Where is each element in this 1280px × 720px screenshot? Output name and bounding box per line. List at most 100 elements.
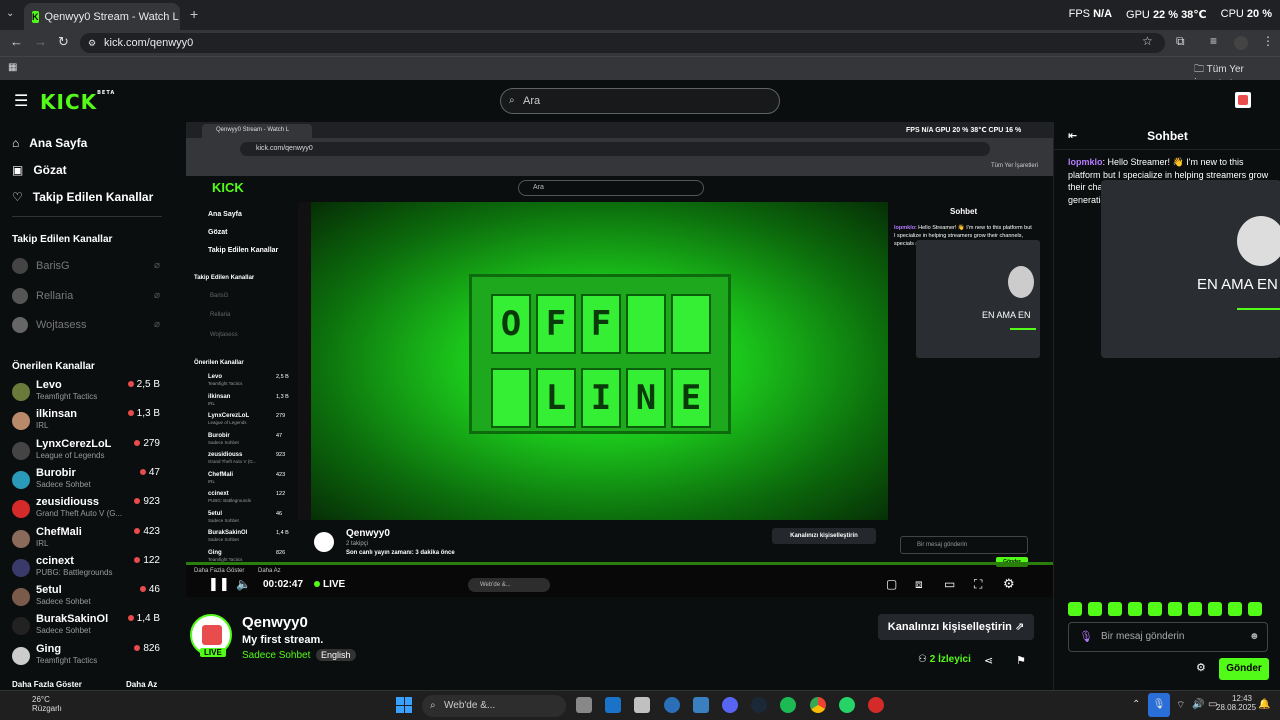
- wifi-icon[interactable]: ⌔: [1176, 699, 1185, 712]
- viewer-count-value: 1,3 B: [136, 408, 160, 420]
- discord-icon[interactable]: [722, 697, 738, 713]
- recommended-channel[interactable]: Ging Teamfight Tactics 826: [12, 643, 160, 671]
- channel-name[interactable]: Qenwyy0: [242, 614, 308, 631]
- followed-channel[interactable]: BarisG ⌀: [12, 258, 160, 274]
- settings-gear-icon[interactable]: ⚙: [1003, 576, 1015, 592]
- emoji-icon[interactable]: ☻: [1249, 623, 1260, 651]
- channel-category: IRL: [36, 421, 49, 431]
- browser-tab[interactable]: K Qenwyy0 Stream - Watch L 🔊 ✕: [24, 3, 180, 30]
- emote-icon[interactable]: [1228, 602, 1242, 616]
- mini-player-icon[interactable]: ⧈: [915, 577, 923, 592]
- forward-icon[interactable]: →: [34, 34, 47, 49]
- language-tag[interactable]: English: [316, 649, 356, 661]
- whatsapp-icon[interactable]: [839, 697, 855, 713]
- emote-icon[interactable]: [1128, 602, 1142, 616]
- video-player[interactable]: Qenwyy0 Stream - Watch L FPS N/A GPU 20 …: [186, 122, 1053, 597]
- app-icon[interactable]: [664, 697, 680, 713]
- outlook-icon[interactable]: [605, 697, 621, 713]
- emote-bar: [1068, 602, 1278, 616]
- browser-menu-icon[interactable]: ⋮: [1262, 34, 1274, 48]
- stream-category[interactable]: Sadece Sohbet: [242, 650, 310, 661]
- tab-list-chevron-icon[interactable]: ⌄: [6, 8, 14, 19]
- chat-message-input[interactable]: 🎙 Bir mesaj gönderin ☻: [1068, 622, 1268, 652]
- emote-icon[interactable]: [1088, 602, 1102, 616]
- new-tab-icon[interactable]: +: [190, 6, 198, 22]
- show-more-button[interactable]: Daha Fazla Göster: [12, 680, 82, 689]
- bookmark-star-icon[interactable]: ☆: [1142, 34, 1153, 48]
- clock[interactable]: 12:43 28.08.2025: [1216, 694, 1256, 712]
- extensions-icon[interactable]: ⧉: [1176, 34, 1185, 49]
- emote-icon[interactable]: [1208, 602, 1222, 616]
- nav-following[interactable]: ♡ Takip Edilen Kanallar: [12, 190, 153, 204]
- chat-settings-gear-icon[interactable]: ⚙: [1196, 661, 1206, 674]
- channel-name: LynxCerezLoL: [36, 437, 112, 450]
- customize-channel-button[interactable]: Kanalınızı kişiselleştirin ⇗: [878, 614, 1034, 640]
- url-field[interactable]: ⚙ kick.com/qenwyy0: [80, 33, 1165, 53]
- followed-channel[interactable]: Wojtasess ⌀: [12, 317, 160, 333]
- back-icon[interactable]: ←: [10, 34, 23, 49]
- microphone-icon[interactable]: 🎙: [1079, 623, 1093, 651]
- tray-chevron-icon[interactable]: ⌃: [1132, 699, 1140, 710]
- emote-icon[interactable]: [1068, 602, 1082, 616]
- reload-icon[interactable]: ↻: [58, 34, 69, 50]
- recommended-channel[interactable]: ChefMali IRL 423: [12, 526, 160, 554]
- emote-icon[interactable]: [1168, 602, 1182, 616]
- steam-icon[interactable]: [751, 697, 767, 713]
- volume-icon[interactable]: 🔈: [236, 577, 251, 591]
- chrome-icon[interactable]: [810, 697, 826, 713]
- photos-icon[interactable]: [693, 697, 709, 713]
- channel-name: Levo: [36, 379, 62, 391]
- collapse-chat-icon[interactable]: ⇤: [1068, 122, 1077, 150]
- pause-icon[interactable]: ❚❚: [208, 576, 230, 592]
- nav-browse[interactable]: ▣ Gözat: [12, 163, 67, 177]
- followed-channel[interactable]: Rellaria ⌀: [12, 288, 160, 304]
- app-icon[interactable]: [868, 697, 884, 713]
- viewer-count: 923: [134, 496, 160, 507]
- emote-icon[interactable]: [1148, 602, 1162, 616]
- nested-perf: FPS N/A GPU 20 % 38℃ CPU 16 %: [906, 127, 1022, 134]
- notification-icon[interactable]: 🔔: [1258, 699, 1270, 710]
- app-icon[interactable]: [634, 697, 650, 713]
- emote-icon[interactable]: [1188, 602, 1202, 616]
- emote-icon[interactable]: [1108, 602, 1122, 616]
- spotify-icon[interactable]: [780, 697, 796, 713]
- recommended-channel[interactable]: 5etul Sadece Sohbet 46: [12, 584, 160, 612]
- share-icon[interactable]: ⋖: [984, 654, 993, 667]
- recommended-channel[interactable]: ilkinsan IRL 1,3 B: [12, 408, 160, 436]
- channel-name: zeusidiouss: [36, 496, 99, 509]
- home-icon: ⌂: [12, 136, 20, 150]
- user-avatar[interactable]: [1235, 92, 1251, 108]
- tray-mic-icon[interactable]: 🎙: [1148, 693, 1170, 717]
- nav-home[interactable]: ⌂ Ana Sayfa: [12, 136, 87, 150]
- file-explorer-icon[interactable]: [576, 697, 592, 713]
- weather-widget[interactable]: 26°C Rüzgarlı: [12, 695, 62, 713]
- send-button[interactable]: Gönder: [1219, 658, 1269, 680]
- fullscreen-icon[interactable]: ⛶: [974, 577, 982, 592]
- report-icon[interactable]: ⚑: [1016, 654, 1026, 667]
- show-less-button[interactable]: Daha Az: [126, 680, 157, 689]
- chat-username[interactable]: lopmklo: [1068, 157, 1103, 167]
- hamburger-menu-icon[interactable]: ☰: [14, 91, 28, 111]
- volume-tray-icon[interactable]: 🔊: [1192, 699, 1204, 710]
- recommended-channel[interactable]: BurakSakinOl Sadece Sohbet 1,4 B: [12, 613, 160, 641]
- nav-following-label: Takip Edilen Kanallar: [32, 190, 154, 204]
- nested-rec-viewers: 47: [276, 432, 283, 439]
- cast-icon[interactable]: ▭: [944, 577, 955, 591]
- recommended-channel[interactable]: Burobir Sadece Sohbet 47: [12, 467, 160, 495]
- followed-channel-name: BarisG: [36, 260, 70, 272]
- recommended-channel[interactable]: LynxCerezLoL League of Legends 279: [12, 438, 160, 466]
- kick-logo[interactable]: KICKBETA: [40, 90, 115, 114]
- profile-avatar[interactable]: [1234, 36, 1248, 50]
- windows-start-icon[interactable]: [396, 697, 412, 713]
- nested-rec-category: Sadece Sohbet: [208, 517, 239, 523]
- apps-grid-icon[interactable]: ▦: [8, 62, 17, 73]
- taskbar-search[interactable]: ⌕ Web'de &...: [422, 695, 566, 717]
- recommended-channel[interactable]: ccinext PUBG: Battlegrounds 122: [12, 555, 160, 583]
- site-info-icon[interactable]: ⚙: [88, 33, 96, 53]
- theater-mode-icon[interactable]: ▢: [886, 577, 897, 591]
- reading-list-icon[interactable]: ≡: [1210, 34, 1217, 48]
- recommended-channel[interactable]: Levo Teamfight Tactics 2,5 B: [12, 379, 160, 407]
- search-input[interactable]: ⌕ Ara: [500, 88, 780, 114]
- emote-icon[interactable]: [1248, 602, 1262, 616]
- recommended-channel[interactable]: zeusidiouss Grand Theft Auto V (G... 923: [12, 496, 160, 524]
